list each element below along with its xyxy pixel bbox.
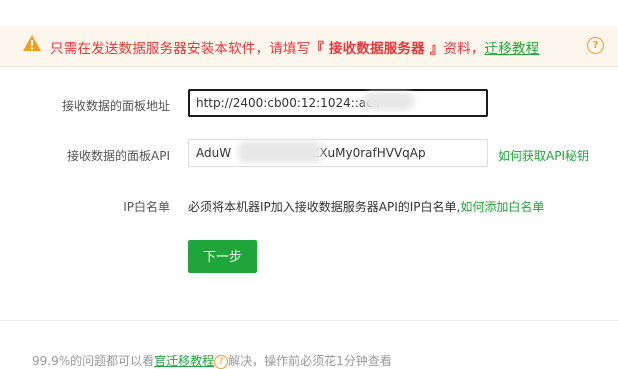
divider: [0, 320, 618, 321]
footer-text-before: 99.9%的问题都可以看: [32, 354, 155, 368]
migration-notice-bar: 只需在发送数据服务器安装本软件，请填写『 接收数据服务器 』资料，迁移教程 ?: [0, 26, 618, 67]
footer-tutorial-link[interactable]: 官迁移教程: [154, 354, 214, 368]
get-api-key-link[interactable]: 如何获取API秘钥: [498, 147, 589, 164]
help-icon[interactable]: ?: [587, 37, 604, 54]
next-step-button[interactable]: 下一步: [188, 240, 257, 273]
migration-tutorial-link[interactable]: 迁移教程: [485, 41, 540, 57]
ip-whitelist-label: IP白名单: [123, 200, 170, 214]
panel-api-input[interactable]: AduW ZXuMy0rafHVVqAp: [188, 139, 488, 167]
panel-address-input[interactable]: http://2400:cb00:12:1024::ac4: [188, 89, 488, 117]
warning-icon: [23, 35, 41, 51]
footer-text-after: 解决，操作前必须花1分钟查看: [228, 354, 392, 368]
notice-text-before: 只需在发送数据服务器安装本软件，请填写: [50, 41, 311, 57]
add-whitelist-link[interactable]: 如何添加白名单: [460, 200, 544, 214]
ip-whitelist-desc-text: 必须将本机器IP加入接收数据服务器API的IP白名单,: [188, 200, 461, 214]
panel-api-label: 接收数据的面板API: [67, 149, 170, 163]
redaction-blur: [364, 92, 414, 110]
redaction-blur: [238, 141, 322, 163]
panel-address-label: 接收数据的面板地址: [61, 99, 170, 113]
panel-api-value-start: AduW: [196, 146, 232, 160]
panel-address-value: http://2400:cb00:12:1024::ac4: [196, 96, 381, 110]
panel-api-value-end: ZXuMy0rafHVVqAp: [311, 146, 426, 160]
notice-text-after: 资料，: [443, 41, 485, 57]
notice-highlight: 『 接收数据服务器 』: [310, 41, 444, 57]
ip-whitelist-desc: 必须将本机器IP加入接收数据服务器API的IP白名单,如何添加白名单: [188, 198, 544, 215]
notice-text: 只需在发送数据服务器安装本软件，请填写『 接收数据服务器 』资料，迁移教程: [50, 37, 539, 57]
footer-help-icon[interactable]: ?: [214, 354, 229, 369]
